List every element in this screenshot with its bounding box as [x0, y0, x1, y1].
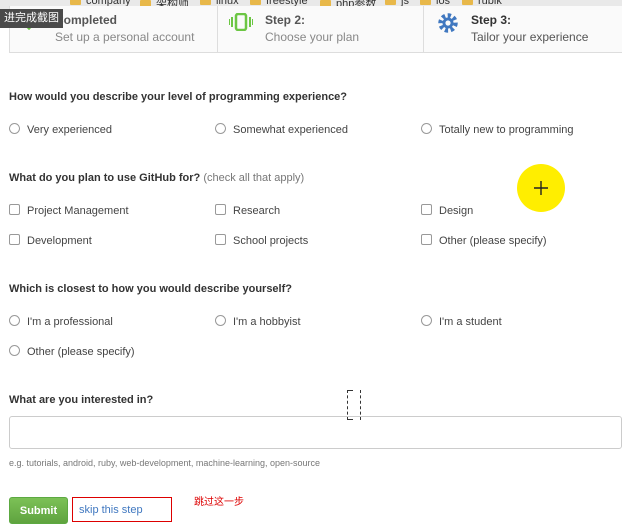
step-title: Completed [55, 13, 118, 27]
radio-button[interactable] [215, 123, 226, 134]
checkbox-development[interactable]: Development [9, 234, 92, 247]
checkbox[interactable] [215, 204, 226, 215]
checkbox[interactable] [421, 234, 432, 245]
step-3: Step 3: Tailor your experience [424, 6, 622, 52]
submit-button[interactable]: Submit [9, 497, 68, 524]
crosshair-cursor-icon [534, 181, 548, 195]
radio-button[interactable] [9, 315, 20, 326]
plan-icon [229, 13, 253, 31]
question-hint: (check all that apply) [203, 172, 305, 184]
checkbox[interactable] [421, 204, 432, 215]
checkbox-school-projects[interactable]: School projects [215, 234, 308, 247]
step-2: Step 2: Choose your plan [218, 6, 423, 52]
radio-button[interactable] [215, 315, 226, 326]
question-interests: What are you interested in? [9, 394, 154, 406]
question-describe-yourself: Which is closest to how you would descri… [9, 283, 292, 295]
radio-very-experienced[interactable]: Very experienced [9, 123, 112, 136]
radio-button[interactable] [9, 123, 20, 134]
radio-button[interactable] [421, 315, 432, 326]
cursor-highlight [517, 164, 565, 212]
folder-icon [385, 0, 396, 6]
step-subtitle: Choose your plan [265, 30, 360, 44]
step-title: Step 2: [265, 13, 306, 27]
question-github-use: What do you plan to use GitHub for? (che… [9, 172, 305, 184]
question-experience: How would you describe your level of pro… [9, 91, 348, 103]
radio-somewhat-experienced[interactable]: Somewhat experienced [215, 123, 348, 136]
radio-button[interactable] [9, 345, 20, 356]
checkbox-design[interactable]: Design [421, 204, 473, 217]
checkbox[interactable] [215, 234, 226, 245]
folder-icon [420, 0, 431, 6]
skip-step-link[interactable]: skip this step [79, 504, 143, 516]
radio-other[interactable]: Other (please specify) [9, 345, 135, 358]
screenshot-overlay-label: 进完成截图 [0, 9, 63, 28]
interests-input[interactable] [9, 416, 622, 449]
checkbox[interactable] [9, 204, 20, 215]
gear-icon [438, 13, 458, 33]
checkbox-research[interactable]: Research [215, 204, 280, 217]
text-cursor-marker [347, 390, 361, 420]
folder-icon [462, 0, 473, 6]
checkbox-other[interactable]: Other (please specify) [421, 234, 547, 247]
radio-professional[interactable]: I'm a professional [9, 315, 113, 328]
radio-student[interactable]: I'm a student [421, 315, 502, 328]
radio-hobbyist[interactable]: I'm a hobbyist [215, 315, 301, 328]
step-title: Step 3: [471, 13, 512, 27]
step-subtitle: Tailor your experience [471, 30, 589, 44]
folder-icon [250, 0, 261, 6]
annotation-text: 跳过这一步 [194, 497, 244, 508]
folder-icon [70, 0, 81, 6]
radio-totally-new[interactable]: Totally new to programming [421, 123, 574, 136]
interests-helper-text: e.g. tutorials, android, ruby, web-devel… [9, 458, 321, 468]
folder-icon [200, 0, 211, 6]
checkbox-project-management[interactable]: Project Management [9, 204, 129, 217]
step-subtitle: Set up a personal account [55, 30, 195, 44]
checkbox[interactable] [9, 234, 20, 245]
signup-steps: Completed Set up a personal account Step… [9, 6, 622, 53]
radio-button[interactable] [421, 123, 432, 134]
